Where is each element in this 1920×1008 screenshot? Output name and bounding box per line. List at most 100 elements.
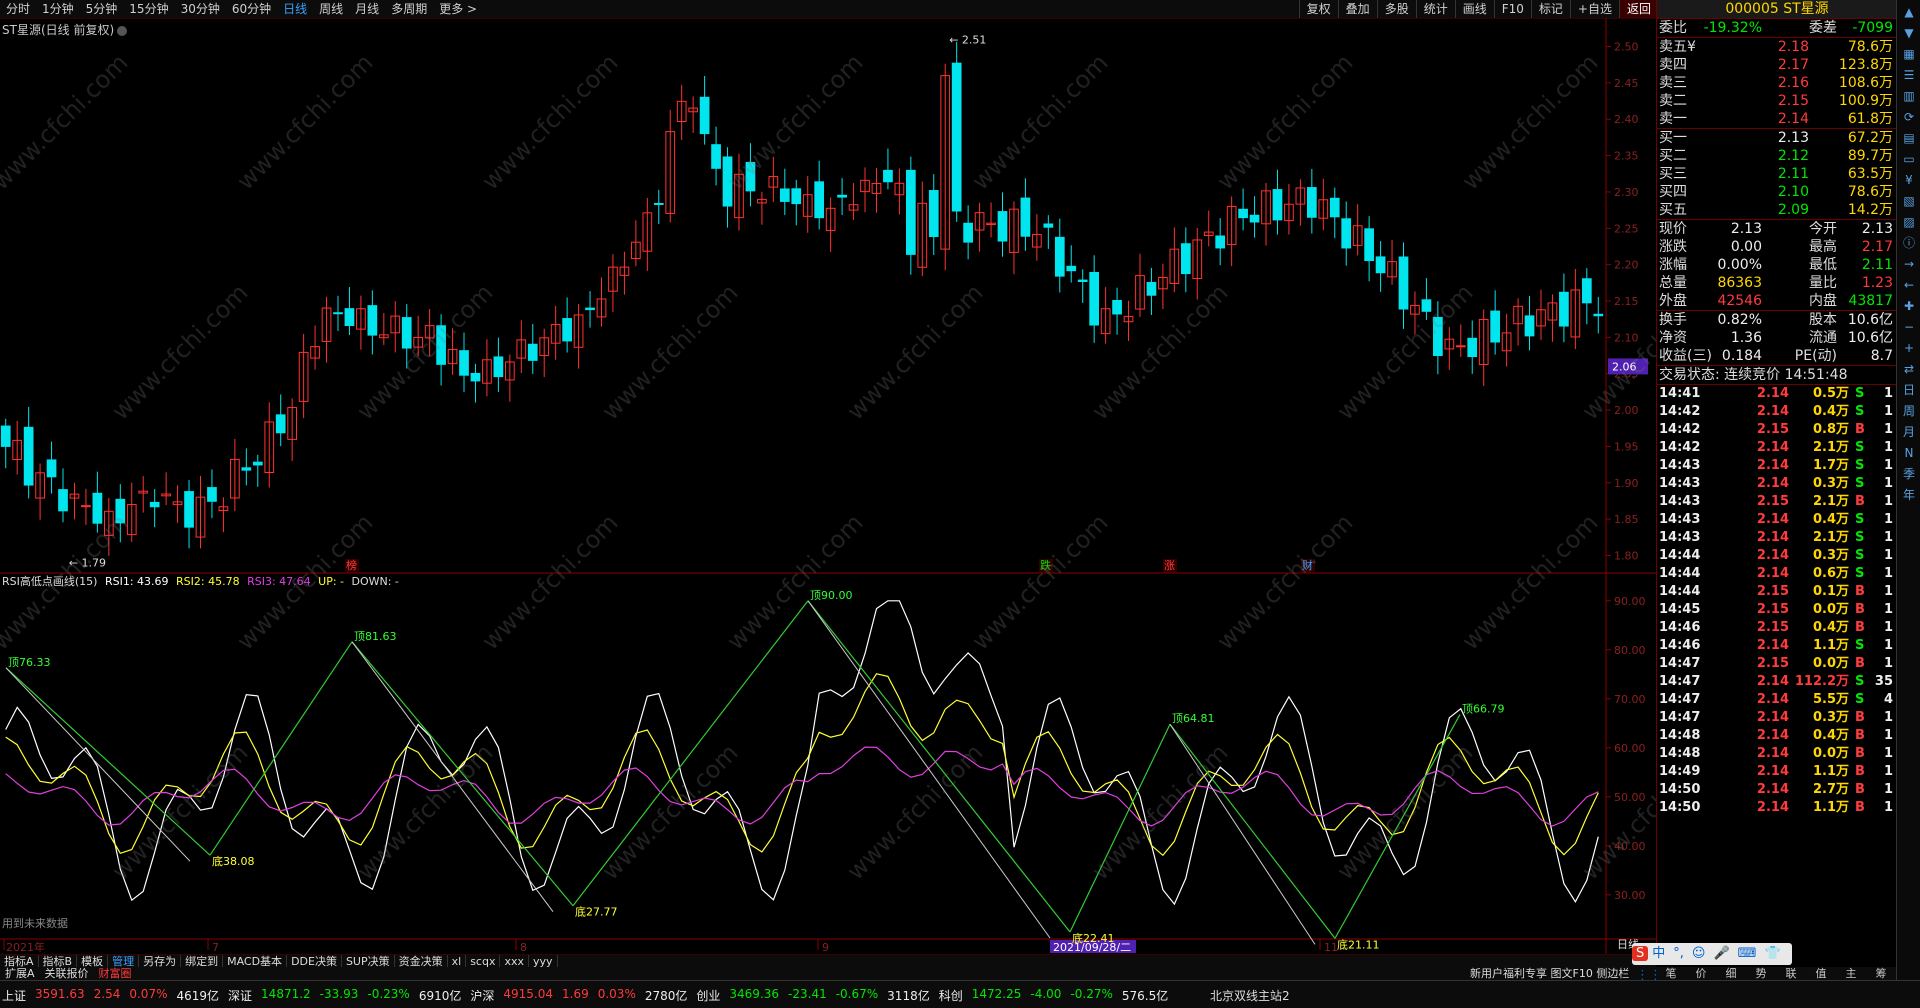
index-name[interactable]: 沪深 xyxy=(470,987,494,1004)
tick-row[interactable]: 14:44 2.14 0.6万 S 1 xyxy=(1657,565,1897,583)
tick-row[interactable]: 14:42 2.14 2.1万 S 1 xyxy=(1657,439,1897,457)
tick-row[interactable]: 14:42 2.15 0.8万 B 1 xyxy=(1657,421,1897,439)
ime-item-2[interactable]: ☺ xyxy=(1692,946,1706,961)
toolbar-button-5[interactable]: F10 xyxy=(1493,0,1531,18)
timeframe-1[interactable]: 1分钟 xyxy=(36,0,80,18)
candle-body xyxy=(207,487,217,502)
tick-row[interactable]: 14:49 2.14 1.1万 B 1 xyxy=(1657,763,1897,781)
doc-icon[interactable]: ▭ xyxy=(1900,150,1918,168)
index-name[interactable]: 深证 xyxy=(228,987,252,1004)
kline-chart-svg[interactable]: 2.502.452.402.352.302.252.202.152.102.05… xyxy=(0,18,1656,954)
index-name[interactable]: 上证 xyxy=(2,987,26,1004)
timeframe-9[interactable]: 多周期 xyxy=(385,0,433,18)
timeframe-2[interactable]: 5分钟 xyxy=(80,0,124,18)
toolbar-button-8[interactable]: 返回 xyxy=(1618,0,1658,18)
sidebar-period-4[interactable]: 季 xyxy=(1900,465,1918,483)
sidebar-period-2[interactable]: 月 xyxy=(1900,423,1918,441)
index-name[interactable]: 创业 xyxy=(696,987,720,1004)
timeframe-8[interactable]: 月线 xyxy=(349,0,385,18)
tick-row[interactable]: 14:47 2.15 0.0万 B 1 xyxy=(1657,655,1897,673)
arrow-left-icon[interactable]: ← xyxy=(1900,276,1918,294)
tick-row[interactable]: 14:48 2.14 0.4万 B 1 xyxy=(1657,727,1897,745)
panel-tab-4[interactable]: 联 xyxy=(1786,967,1797,980)
toolbar-button-0[interactable]: 复权 xyxy=(1298,0,1338,18)
ime-item-3[interactable]: 🎤 xyxy=(1713,946,1729,961)
sidebar-period-3[interactable]: N xyxy=(1900,444,1918,462)
sidebar-period-5[interactable]: 年 xyxy=(1900,486,1918,504)
tick-row[interactable]: 14:50 2.14 1.1万 B 1 xyxy=(1657,799,1897,817)
tick-list[interactable]: 14:41 2.14 0.5万 S 1 14:42 2.14 0.4万 S 1 14:42 2.15 0… xyxy=(1657,385,1897,817)
panel-tab-3[interactable]: 势 xyxy=(1756,967,1767,980)
timeframe-5[interactable]: 60分钟 xyxy=(226,0,277,18)
tick-row[interactable]: 14:48 2.14 0.0万 B 1 xyxy=(1657,745,1897,763)
panel-tab-6[interactable]: 主 xyxy=(1846,967,1857,980)
tick-row[interactable]: 14:46 2.15 0.4万 B 1 xyxy=(1657,619,1897,637)
list-icon[interactable]: ☰ xyxy=(1900,66,1918,84)
tick-row[interactable]: 14:50 2.14 2.7万 B 1 xyxy=(1657,781,1897,799)
tick-row[interactable]: 14:44 2.14 0.3万 S 1 xyxy=(1657,547,1897,565)
chevron-down-icon[interactable]: ▼ xyxy=(1900,24,1918,42)
tick-row[interactable]: 14:43 2.14 0.3万 S 1 xyxy=(1657,475,1897,493)
chart-area[interactable]: 2.502.452.402.352.302.252.202.152.102.05… xyxy=(0,18,1723,954)
grid-icon[interactable]: ▦ xyxy=(1900,45,1918,63)
table-icon[interactable]: ▤ xyxy=(1900,129,1918,147)
ime-item-5[interactable]: 👕 xyxy=(1764,946,1780,961)
plus-icon[interactable]: + xyxy=(1900,339,1918,357)
toolbar-button-3[interactable]: 统计 xyxy=(1415,0,1455,18)
timeframe-10[interactable]: 更多 > xyxy=(433,0,483,18)
timeframe-6[interactable]: 日线 xyxy=(277,0,313,18)
sidebar-period-1[interactable]: 周 xyxy=(1900,402,1918,420)
panel-tab-0[interactable]: 笔 xyxy=(1666,967,1677,980)
ime-item-4[interactable]: ⌨ xyxy=(1738,946,1757,961)
settings-dot-icon[interactable] xyxy=(117,25,128,36)
tick-row[interactable]: 14:47 2.14 0.3万 B 1 xyxy=(1657,709,1897,727)
panel-tab-7[interactable]: 筹 xyxy=(1876,967,1887,980)
timeframe-3[interactable]: 15分钟 xyxy=(123,0,174,18)
extension-tab-0[interactable]: 扩展A xyxy=(0,967,40,980)
minus-icon[interactable]: − xyxy=(1900,318,1918,336)
news-icon[interactable]: ▨ xyxy=(1900,213,1918,231)
toolbar-button-1[interactable]: 叠加 xyxy=(1337,0,1377,18)
stat-label: 涨幅 xyxy=(1659,257,1687,273)
tick-row[interactable]: 14:47 2.14 112.2万 S 35 xyxy=(1657,673,1897,691)
tick-row[interactable]: 14:45 2.15 0.0万 B 1 xyxy=(1657,601,1897,619)
index-name[interactable]: 科创 xyxy=(939,987,963,1004)
server-name[interactable]: 北京双线主站2 xyxy=(1210,987,1290,1004)
refresh-icon[interactable]: ⟳ xyxy=(1900,108,1918,126)
info-icon[interactable]: ⓘ xyxy=(1900,234,1918,252)
sync-icon[interactable]: ⇄ xyxy=(1900,360,1918,378)
tick-row[interactable]: 14:41 2.14 0.5万 S 1 xyxy=(1657,385,1897,403)
tick-row[interactable]: 14:43 2.14 0.4万 S 1 xyxy=(1657,511,1897,529)
tick-row[interactable]: 14:44 2.15 0.1万 B 1 xyxy=(1657,583,1897,601)
sidebar-period-0[interactable]: 日 xyxy=(1900,381,1918,399)
tick-row[interactable]: 14:43 2.14 1.7万 S 1 xyxy=(1657,457,1897,475)
extension-tab-1[interactable]: 关联报价 xyxy=(40,967,94,980)
promo-text[interactable]: 新用户福利专享 图文F10 侧边栏 xyxy=(1470,967,1629,980)
ime-toolbar[interactable]: S 中 °, ☺ 🎤 ⌨ 👕⋮⋮ xyxy=(1632,943,1792,983)
ime-item-0[interactable]: 中 xyxy=(1652,946,1665,961)
arrow-right-icon[interactable]: → xyxy=(1900,255,1918,273)
tick-row[interactable]: 14:43 2.15 2.1万 B 1 xyxy=(1657,493,1897,511)
chevron-up-icon[interactable]: ▲ xyxy=(1900,3,1918,21)
report-icon[interactable]: ▧ xyxy=(1900,192,1918,210)
tick-row[interactable]: 14:46 2.14 1.1万 S 1 xyxy=(1657,637,1897,655)
ime-logo-icon[interactable]: S xyxy=(1632,946,1649,961)
panel-tab-5[interactable]: 值 xyxy=(1816,967,1827,980)
chart-icon[interactable]: ▥ xyxy=(1900,87,1918,105)
tick-row[interactable]: 14:47 2.14 5.5万 S 4 xyxy=(1657,691,1897,709)
money-icon[interactable]: ¥ xyxy=(1900,171,1918,189)
ime-item-1[interactable]: °, xyxy=(1673,946,1684,961)
tick-row[interactable]: 14:43 2.14 2.1万 S 1 xyxy=(1657,529,1897,547)
toolbar-button-4[interactable]: 画线 xyxy=(1454,0,1494,18)
tick-row[interactable]: 14:42 2.14 0.4万 S 1 xyxy=(1657,403,1897,421)
cross-icon[interactable]: ✚ xyxy=(1900,297,1918,315)
extension-tab-2[interactable]: 财富圈 xyxy=(94,967,137,980)
toolbar-button-6[interactable]: 标记 xyxy=(1530,0,1570,18)
timeframe-4[interactable]: 30分钟 xyxy=(175,0,226,18)
timeframe-0[interactable]: 分时 xyxy=(0,0,36,18)
timeframe-7[interactable]: 周线 xyxy=(313,0,349,18)
panel-tab-1[interactable]: 价 xyxy=(1696,967,1707,980)
panel-tab-2[interactable]: 细 xyxy=(1726,967,1737,980)
toolbar-button-2[interactable]: 多股 xyxy=(1376,0,1416,18)
toolbar-button-7[interactable]: +自选 xyxy=(1569,0,1619,18)
